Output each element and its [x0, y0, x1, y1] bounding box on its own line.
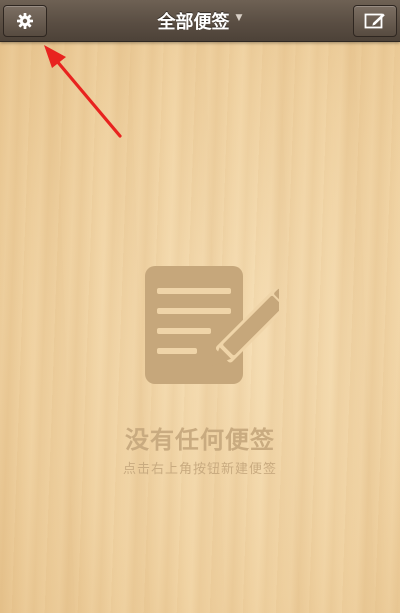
empty-state-subtitle: 点击右上角按钮新建便签 — [122, 462, 277, 477]
new-note-button[interactable] — [353, 5, 397, 37]
compose-icon — [364, 13, 385, 29]
chevron-down-icon: ▼ — [235, 12, 243, 23]
empty-state-title: 没有任何便签 — [125, 426, 275, 454]
note-pencil-icon — [145, 266, 279, 384]
page-title: 全部便签 — [157, 11, 230, 33]
nav-title-dropdown[interactable]: 全部便签 ▼ — [0, 0, 400, 41]
top-nav-bar: 全部便签 ▼ — [0, 0, 400, 42]
